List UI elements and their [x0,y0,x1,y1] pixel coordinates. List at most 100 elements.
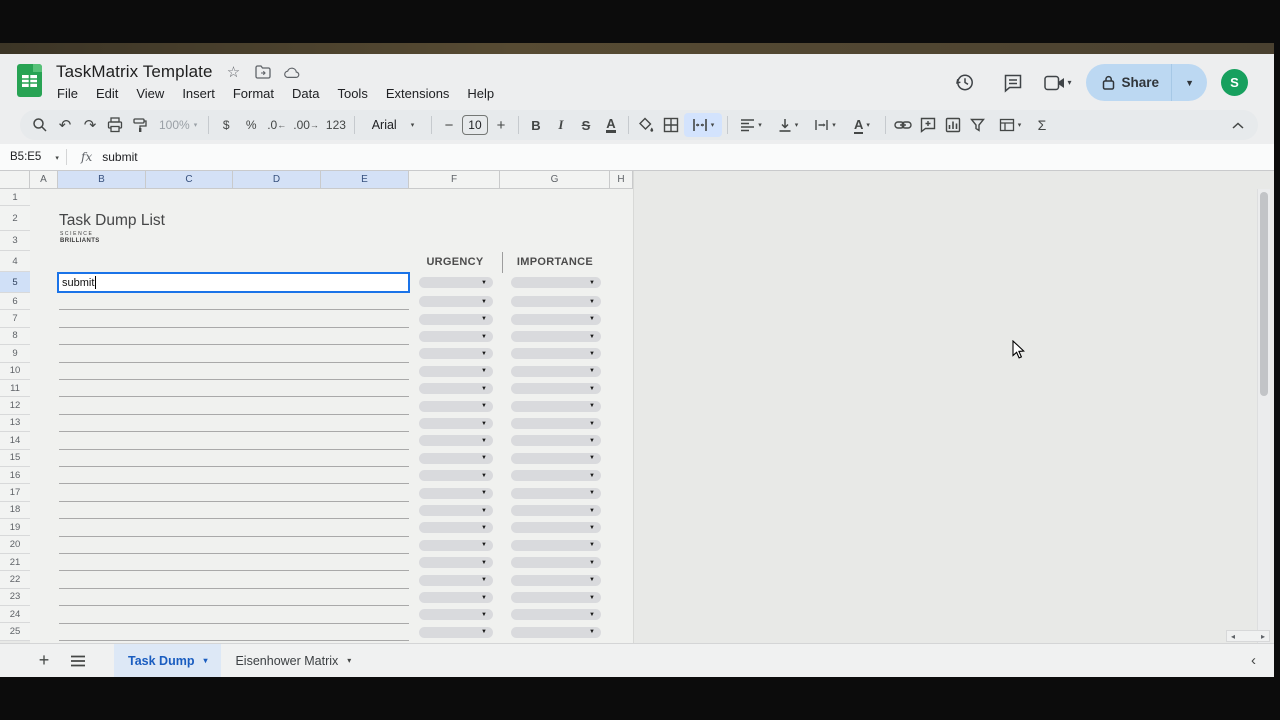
urgency-dropdown-row-9[interactable]: ▼ [419,348,493,359]
print-button[interactable] [103,113,127,137]
views-dropdown-arrow[interactable]: ▾ [1018,121,1022,129]
row-header-13[interactable]: 13 [0,415,30,432]
menu-insert[interactable]: Insert [175,84,222,103]
row-header-17[interactable]: 17 [0,484,30,501]
text-wrap-button[interactable]: ▾ [807,113,843,137]
row-header-10[interactable]: 10 [0,363,30,380]
formula-input[interactable]: submit [102,150,137,164]
insert-chart-button[interactable] [941,113,965,137]
add-sheet-button[interactable]: + [32,649,56,673]
text-rotation-button[interactable]: A ▾ [844,113,880,137]
column-header-A[interactable]: A [30,171,58,189]
cloud-saved-icon[interactable] [284,64,300,80]
sheet-title-text[interactable]: Task Dump List [59,212,165,230]
scroll-left-arrow[interactable]: ◂ [1231,632,1235,641]
tab-eisenhower-arrow[interactable]: ▾ [347,656,351,665]
row-header-8[interactable]: 8 [0,328,30,345]
row-header-3[interactable]: 3 [0,231,30,251]
importance-dropdown-row-9[interactable]: ▼ [511,348,601,359]
urgency-dropdown-row-19[interactable]: ▼ [419,522,493,533]
all-sheets-button[interactable] [66,649,90,673]
vertical-scrollbar[interactable]: ▾ [1257,189,1270,643]
horizontal-scrollbar[interactable]: ◂ ▸ [1226,630,1270,642]
row-header-23[interactable]: 23 [0,589,30,606]
column-header-D[interactable]: D [233,171,321,189]
importance-dropdown-row-19[interactable]: ▼ [511,522,601,533]
select-all-corner[interactable] [0,171,30,189]
importance-dropdown-row-22[interactable]: ▼ [511,575,601,586]
font-size-input[interactable]: 10 [462,115,488,135]
urgency-dropdown-row-15[interactable]: ▼ [419,453,493,464]
row-header-24[interactable]: 24 [0,606,30,623]
row-header-16[interactable]: 16 [0,467,30,484]
importance-dropdown-row-8[interactable]: ▼ [511,331,601,342]
row-header-15[interactable]: 15 [0,450,30,467]
urgency-dropdown-row-16[interactable]: ▼ [419,470,493,481]
urgency-dropdown-row-7[interactable]: ▼ [419,314,493,325]
insert-comment-button[interactable] [916,113,940,137]
tab-task-dump[interactable]: Task Dump▾ [114,644,221,678]
version-history-icon[interactable] [948,66,982,100]
fill-color-button[interactable] [634,113,658,137]
name-box-arrow[interactable]: ▾ [55,155,59,162]
undo-button[interactable]: ↶ [53,113,77,137]
row-header-1[interactable]: 1 [0,189,30,206]
urgency-dropdown-row-6[interactable]: ▼ [419,296,493,307]
sheets-logo-icon[interactable] [16,63,43,98]
importance-dropdown-row-18[interactable]: ▼ [511,505,601,516]
horizontal-align-button[interactable]: ▾ [733,113,769,137]
functions-button[interactable]: Σ [1030,113,1054,137]
hide-toolbar-chevron[interactable] [1226,113,1250,137]
row-header-21[interactable]: 21 [0,554,30,571]
menu-help[interactable]: Help [460,84,501,103]
importance-dropdown-row-10[interactable]: ▼ [511,366,601,377]
importance-dropdown-row-21[interactable]: ▼ [511,557,601,568]
row-header-20[interactable]: 20 [0,536,30,553]
comments-icon[interactable] [996,66,1030,100]
star-icon[interactable]: ☆ [226,64,242,80]
name-box[interactable]: B5:E5▾ [0,151,62,163]
insert-link-button[interactable] [891,113,915,137]
account-avatar[interactable]: S [1221,69,1248,96]
importance-dropdown-row-6[interactable]: ▼ [511,296,601,307]
importance-dropdown-row-12[interactable]: ▼ [511,401,601,412]
move-folder-icon[interactable] [255,64,271,80]
menu-format[interactable]: Format [226,84,281,103]
urgency-dropdown-row-23[interactable]: ▼ [419,592,493,603]
urgency-dropdown-row-22[interactable]: ▼ [419,575,493,586]
importance-dropdown-row-13[interactable]: ▼ [511,418,601,429]
row-header-14[interactable]: 14 [0,432,30,449]
urgency-dropdown-row-14[interactable]: ▼ [419,435,493,446]
redo-button[interactable]: ↷ [78,113,102,137]
row-header-6[interactable]: 6 [0,293,30,310]
row-header-9[interactable]: 9 [0,345,30,362]
decrease-font-size-button[interactable]: − [437,113,461,137]
more-formats-button[interactable]: 123 [323,113,349,137]
importance-dropdown-row-17[interactable]: ▼ [511,488,601,499]
menu-tools[interactable]: Tools [330,84,374,103]
importance-dropdown-row-16[interactable]: ▼ [511,470,601,481]
vertical-scrollbar-thumb[interactable] [1260,192,1268,396]
increase-decimal-button[interactable]: .00→ [290,113,322,137]
urgency-dropdown-row-25[interactable]: ▼ [419,627,493,638]
urgency-dropdown-row-20[interactable]: ▼ [419,540,493,551]
strikethrough-button[interactable]: S [574,113,598,137]
italic-button[interactable]: I [549,113,573,137]
menu-data[interactable]: Data [285,84,326,103]
importance-dropdown-row-23[interactable]: ▼ [511,592,601,603]
row-header-19[interactable]: 19 [0,519,30,536]
merge-cells-button[interactable]: ▾ [684,113,722,137]
column-header-C[interactable]: C [146,171,233,189]
importance-dropdown-row-5[interactable]: ▼ [511,277,601,288]
row-header-11[interactable]: 11 [0,380,30,397]
share-dropdown-arrow[interactable]: ▼ [1172,64,1207,101]
importance-dropdown-row-25[interactable]: ▼ [511,627,601,638]
column-header-B[interactable]: B [58,171,146,189]
share-button[interactable]: Share ▼ [1086,64,1207,101]
row-header-7[interactable]: 7 [0,310,30,327]
row-header-2[interactable]: 2 [0,206,30,231]
format-percent-button[interactable]: % [239,113,263,137]
urgency-dropdown-row-12[interactable]: ▼ [419,401,493,412]
urgency-dropdown-row-11[interactable]: ▼ [419,383,493,394]
row-header-25[interactable]: 25 [0,623,30,640]
